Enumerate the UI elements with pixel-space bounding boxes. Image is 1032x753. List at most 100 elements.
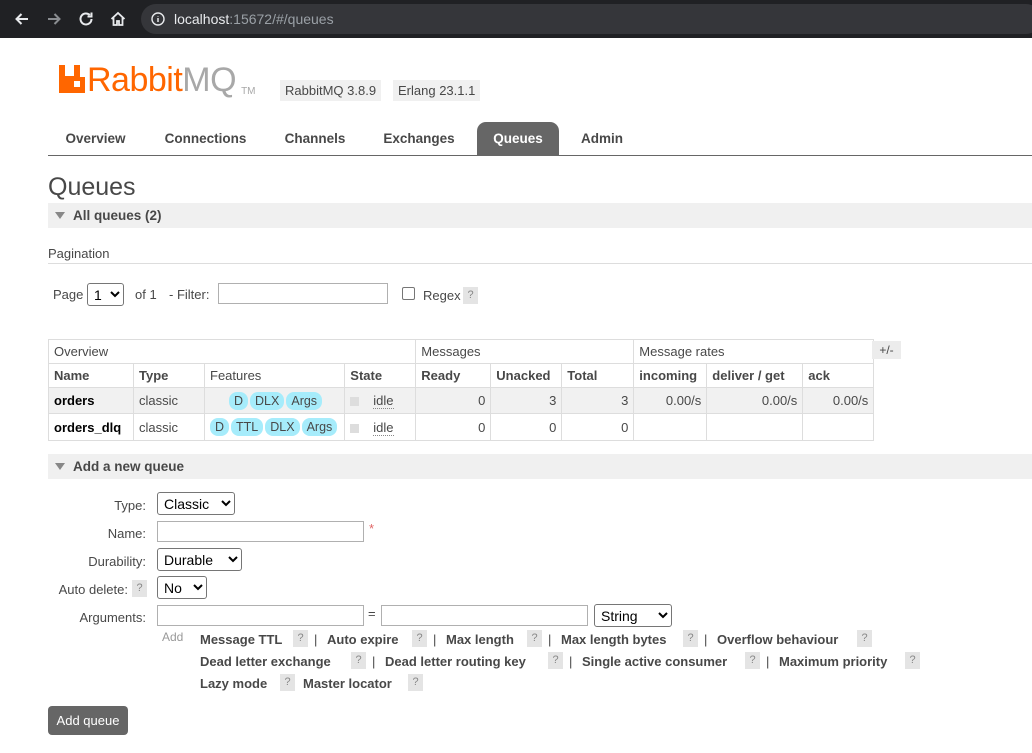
arg-link-overflow-behaviour[interactable]: Overflow behaviour (717, 632, 838, 647)
site-info-icon[interactable] (151, 12, 165, 26)
address-bar[interactable]: localhost:15672/#/queues (141, 4, 1032, 34)
back-icon[interactable] (9, 7, 35, 31)
arg-link-dead-letter-routing-key[interactable]: Dead letter routing key (385, 654, 526, 669)
arg-link-single-active-consumer[interactable]: Single active consumer (582, 654, 727, 669)
arg-link-maximum-priority[interactable]: Maximum priority (779, 654, 887, 669)
home-icon[interactable] (105, 7, 131, 31)
auto-delete-label: Auto delete: (58, 582, 128, 597)
state-indicator-icon (350, 397, 360, 407)
queue-total: 0 (561, 413, 635, 441)
tab-overview[interactable]: Overview (54, 122, 137, 155)
auto-delete-select[interactable]: No (157, 576, 207, 599)
lazy-mode-help-icon[interactable]: ? (280, 674, 295, 691)
collapse-triangle-icon (55, 463, 65, 470)
arg-link-message-ttl[interactable]: Message TTL (200, 632, 282, 647)
message-ttl-help-icon[interactable]: ? (293, 630, 308, 647)
column-header-features: Features (203, 363, 346, 388)
durability-select[interactable]: Durable (157, 548, 242, 571)
queue-ack-rate (802, 413, 875, 441)
add-queue-button[interactable]: Add queue (48, 706, 128, 735)
queue-deliver-get-rate (706, 413, 804, 441)
feature-badge-durable: D (229, 391, 249, 410)
dead-letter-exchange-help-icon[interactable]: ? (351, 652, 366, 669)
add-queue-section-title: Add a new queue (73, 459, 185, 474)
tab-exchanges[interactable]: Exchanges (373, 122, 465, 155)
argument-key-input[interactable] (157, 605, 364, 626)
auto-expire-help-icon[interactable]: ? (412, 630, 427, 647)
feature-badge-dlx: DLX (250, 391, 285, 410)
feature-badge-durable: D (210, 418, 230, 436)
filter-label: - Filter: (169, 287, 210, 302)
add-queue-section-header[interactable]: Add a new queue (48, 454, 1032, 479)
separator: | (372, 654, 376, 669)
tab-queues[interactable]: Queues (477, 122, 559, 155)
argument-value-input[interactable] (381, 605, 588, 626)
rabbitmq-version-badge: RabbitMQ 3.8.9 (280, 80, 382, 101)
queue-ready: 0 (415, 387, 492, 414)
auto-delete-help-icon[interactable]: ? (132, 580, 147, 597)
arg-link-lazy-mode[interactable]: Lazy mode (200, 676, 267, 691)
tab-connections[interactable]: Connections (154, 122, 257, 155)
reload-icon[interactable] (73, 7, 99, 31)
url-path: :15672/#/queues (229, 11, 334, 27)
column-header-total[interactable]: Total (561, 363, 635, 388)
filter-input[interactable] (218, 283, 388, 304)
queue-name-link[interactable]: orders_dlq (48, 413, 134, 441)
master-locator-help-icon[interactable]: ? (408, 674, 423, 691)
column-toggle-button[interactable]: +/- (872, 341, 901, 359)
separator: | (704, 632, 708, 647)
name-label: Name: (107, 526, 146, 541)
page-select[interactable]: 1 (87, 283, 124, 306)
type-label: Type: (114, 498, 146, 513)
max-length-help-icon[interactable]: ? (527, 630, 542, 647)
feature-badge-dlx: DLX (265, 418, 300, 436)
tab-channels[interactable]: Channels (274, 122, 356, 155)
arg-link-max-length[interactable]: Max length (446, 632, 514, 647)
separator: | (766, 654, 770, 669)
column-header-incoming[interactable]: incoming (633, 363, 708, 388)
arg-link-master-locator[interactable]: Master locator (303, 676, 392, 691)
table-row[interactable]: orders_dlq classic D TTL DLX Args idle 0 0 … (48, 413, 875, 441)
required-marker: * (369, 521, 375, 536)
arg-link-auto-expire[interactable]: Auto expire (327, 632, 399, 647)
column-header-type[interactable]: Type (133, 363, 205, 388)
queue-state-label: idle (373, 393, 394, 409)
forward-icon[interactable] (41, 7, 67, 31)
queue-type-select[interactable]: Classic (157, 492, 235, 515)
rabbitmq-logo-icon (59, 65, 85, 93)
all-queues-section-header[interactable]: All queues (2) (48, 203, 1032, 228)
queue-unacked: 0 (490, 413, 563, 441)
max-length-bytes-help-icon[interactable]: ? (683, 630, 698, 647)
tab-admin[interactable]: Admin (571, 122, 633, 155)
regex-checkbox[interactable] (402, 287, 415, 300)
browser-toolbar: localhost:15672/#/queues (0, 0, 1032, 38)
url-host: localhost (174, 11, 230, 27)
queue-name-input[interactable] (157, 521, 364, 542)
table-row[interactable]: orders classic D DLX Args idle 0 3 3 0.00/… (48, 387, 875, 414)
column-header-unacked[interactable]: Unacked (490, 363, 563, 388)
queue-type: classic (133, 387, 205, 414)
maximum-priority-help-icon[interactable]: ? (905, 652, 920, 669)
queue-deliver-get-rate: 0.00/s (706, 387, 804, 414)
overflow-behaviour-help-icon[interactable]: ? (857, 630, 872, 647)
arguments-label: Arguments: (79, 610, 146, 625)
arg-link-max-length-bytes[interactable]: Max length bytes (561, 632, 666, 647)
feature-badge-ttl: TTL (231, 418, 264, 436)
regex-help-icon[interactable]: ? (463, 287, 478, 304)
queue-state: idle (344, 413, 417, 441)
single-active-consumer-help-icon[interactable]: ? (745, 652, 760, 669)
page-of-label: of 1 (135, 287, 157, 302)
column-header-name[interactable]: Name (48, 363, 134, 388)
pagination-divider (48, 263, 1032, 264)
table-group-header-row: Overview Messages Message rates (47, 339, 875, 364)
url-text: localhost:15672/#/queues (174, 11, 334, 27)
collapse-triangle-icon (55, 212, 65, 219)
column-header-ack[interactable]: ack (802, 363, 875, 388)
column-header-ready[interactable]: Ready (415, 363, 492, 388)
arg-link-dead-letter-exchange[interactable]: Dead letter exchange (200, 654, 331, 669)
column-header-deliver-get[interactable]: deliver / get (706, 363, 804, 388)
column-header-state[interactable]: State (344, 363, 417, 388)
argument-type-select[interactable]: String (594, 604, 672, 627)
queue-name-link[interactable]: orders (48, 387, 134, 414)
dead-letter-routing-key-help-icon[interactable]: ? (548, 652, 563, 669)
